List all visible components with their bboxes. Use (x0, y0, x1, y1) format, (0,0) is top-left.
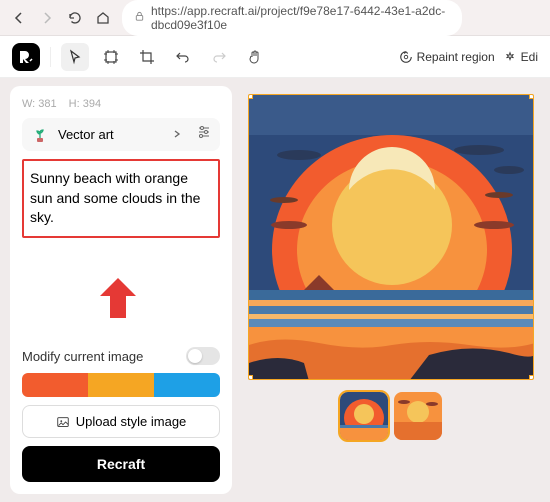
resize-handle-bl[interactable] (248, 375, 253, 380)
plant-icon (30, 125, 50, 145)
variation-thumb-2[interactable] (394, 392, 442, 440)
pan-tool[interactable] (241, 43, 269, 71)
back-icon[interactable] (10, 9, 28, 27)
height-readout: H: 394 (69, 98, 101, 110)
modify-toggle[interactable] (186, 347, 220, 365)
modify-label: Modify current image (22, 349, 143, 364)
lock-icon (134, 11, 145, 25)
url-text: https://app.recraft.ai/project/f9e78e17-… (151, 4, 450, 32)
undo-icon[interactable] (169, 43, 197, 71)
edit-icon (503, 50, 517, 64)
refresh-icon[interactable] (66, 9, 84, 27)
repaint-region-button[interactable]: Repaint region (399, 50, 495, 64)
chevron-right-icon (172, 126, 182, 144)
variation-thumb-1[interactable] (340, 392, 388, 440)
recraft-button[interactable]: Recraft (22, 446, 220, 482)
redo-icon[interactable] (205, 43, 233, 71)
style-label: Vector art (58, 127, 164, 142)
palette-color-2[interactable] (88, 373, 154, 397)
resize-handle-tl[interactable] (248, 94, 253, 99)
repaint-label: Repaint region (417, 50, 495, 64)
arrow-annotation (98, 276, 138, 325)
style-selector[interactable]: Vector art (22, 118, 220, 151)
cursor-tool[interactable] (61, 43, 89, 71)
forward-icon[interactable] (38, 9, 56, 27)
palette-color-1[interactable] (22, 373, 88, 397)
palette-color-3[interactable] (154, 373, 220, 397)
sunset-artwork (249, 95, 534, 380)
frame-tool[interactable] (97, 43, 125, 71)
edit-button[interactable]: Edi (503, 50, 538, 64)
home-icon[interactable] (94, 9, 112, 27)
prompt-input[interactable]: Sunny beach with orange sun and some clo… (22, 159, 220, 238)
resize-handle-tr[interactable] (529, 94, 534, 99)
generated-image[interactable] (248, 94, 534, 380)
sliders-icon[interactable] (196, 124, 212, 145)
sidebar: W: 381 H: 394 Vector art Sunny beach wit… (10, 86, 232, 494)
width-readout: W: 381 (22, 98, 57, 110)
crop-tool[interactable] (133, 43, 161, 71)
repaint-icon (399, 50, 413, 64)
image-icon (56, 415, 70, 429)
app-logo[interactable] (12, 43, 40, 71)
color-palette[interactable] (22, 373, 220, 397)
resize-handle-br[interactable] (529, 375, 534, 380)
upload-style-button[interactable]: Upload style image (22, 405, 220, 438)
url-bar[interactable]: https://app.recraft.ai/project/f9e78e17-… (122, 0, 462, 36)
upload-label: Upload style image (76, 414, 187, 429)
edit-label: Edi (521, 50, 538, 64)
